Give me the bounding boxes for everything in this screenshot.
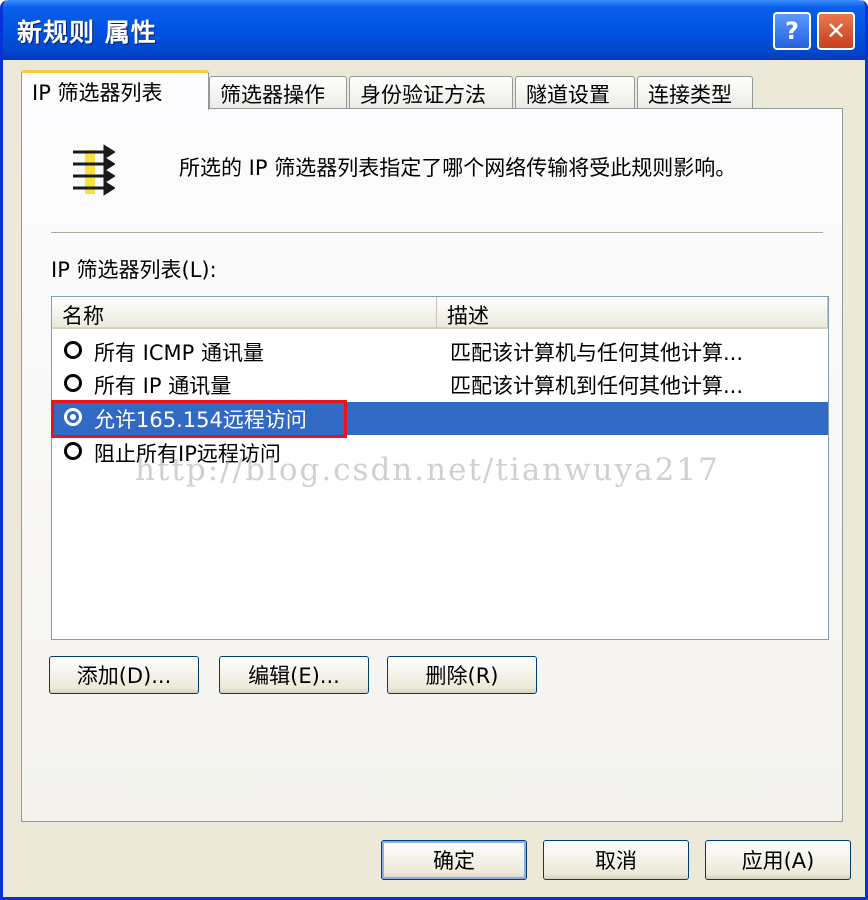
column-header-name[interactable]: 名称 xyxy=(52,297,437,329)
annotation-highlight-box xyxy=(51,400,347,438)
tab-filter-action[interactable]: 筛选器操作 xyxy=(209,76,347,108)
tab-ip-filter-list[interactable]: IP 筛选器列表 xyxy=(21,70,209,110)
edit-button[interactable]: 编辑(E)... xyxy=(219,656,369,694)
help-button[interactable]: ? xyxy=(773,12,811,50)
tab-authentication-methods[interactable]: 身份验证方法 xyxy=(349,76,513,108)
separator xyxy=(51,232,823,234)
ip-filter-list-icon xyxy=(73,144,115,196)
close-button[interactable]: ✕ xyxy=(817,12,855,50)
radio-button[interactable] xyxy=(64,442,82,460)
add-button[interactable]: 添加(D)... xyxy=(49,656,199,694)
title-bar[interactable]: 新规则 属性 ? ✕ xyxy=(3,0,865,60)
cancel-button[interactable]: 取消 xyxy=(543,840,689,880)
properties-dialog: 新规则 属性 ? ✕ IP 筛选器列表 筛选器操作 身份验证方法 隧道设置 连接… xyxy=(0,0,868,900)
list-item-description: 匹配该计算机到任何其他计算... xyxy=(450,374,744,398)
radio-button[interactable] xyxy=(64,341,82,359)
panel-description: 所选的 IP 筛选器列表指定了哪个网络传输将受此规则影响。 xyxy=(179,156,737,180)
tab-connection-type[interactable]: 连接类型 xyxy=(637,76,753,108)
list-item-description: 匹配该计算机与任何其他计算... xyxy=(450,341,744,365)
watermark-text: http://blog.csdn.net/tianwuya217 xyxy=(135,452,720,488)
list-item[interactable]: 所有 IP 通讯量 匹配该计算机到任何其他计算... xyxy=(52,368,828,401)
list-item-name: 所有 IP 通讯量 xyxy=(94,374,232,398)
tab-tunnel-settings[interactable]: 隧道设置 xyxy=(515,76,635,108)
ok-button[interactable]: 确定 xyxy=(381,840,527,880)
delete-button[interactable]: 删除(R) xyxy=(387,656,537,694)
list-item[interactable]: 所有 ICMP 通讯量 匹配该计算机与任何其他计算... xyxy=(52,335,828,368)
close-icon: ✕ xyxy=(825,17,847,45)
column-header-description[interactable]: 描述 xyxy=(437,297,828,329)
apply-button[interactable]: 应用(A) xyxy=(705,840,851,880)
window-title: 新规则 属性 xyxy=(17,18,157,47)
help-icon: ? xyxy=(785,17,799,45)
radio-button[interactable] xyxy=(64,374,82,392)
ip-filter-list-label: IP 筛选器列表(L): xyxy=(51,258,217,282)
list-item-name: 所有 ICMP 通讯量 xyxy=(94,341,264,365)
